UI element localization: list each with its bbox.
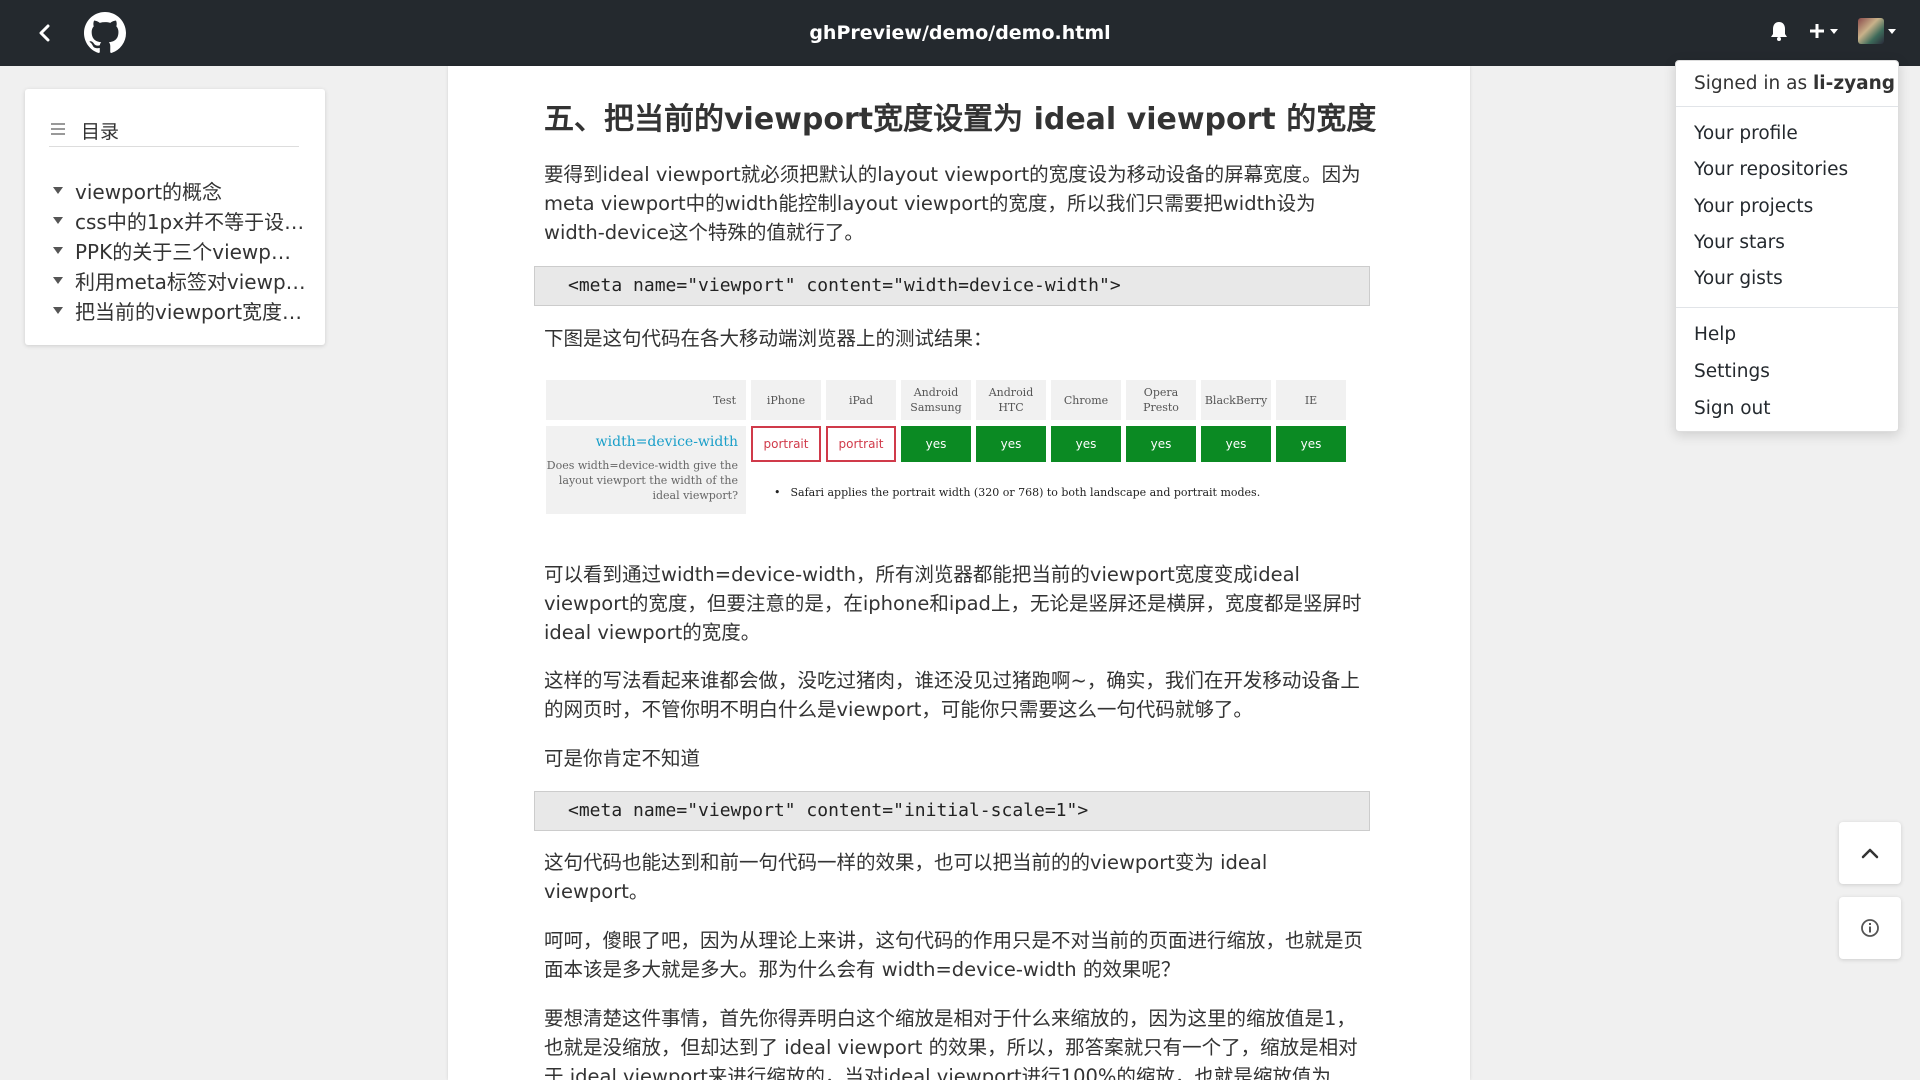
menu-item-your-projects[interactable]: Your projects xyxy=(1694,196,1813,217)
menu-item-settings[interactable]: Settings xyxy=(1694,361,1770,382)
caret-down-icon xyxy=(1830,28,1838,34)
paragraph: 呵呵，傻眼了吧，因为从理论上来讲，这句代码的作用只是不对当前的页面进行缩放，也就… xyxy=(544,929,1364,981)
result-cell: yes xyxy=(1051,426,1121,462)
menu-item-your-gists[interactable]: Your gists xyxy=(1694,268,1783,289)
table-header-cell: Opera Presto xyxy=(1126,380,1196,420)
user-dropdown-menu: Signed in as li-zyang Your profile Your … xyxy=(1675,60,1899,432)
avatar xyxy=(1858,18,1884,44)
notifications-button[interactable] xyxy=(1770,21,1788,41)
triangle-down-icon xyxy=(53,246,63,254)
paragraph: 这句代码也能达到和前一句代码一样的效果，也可以把当前的的viewport变为 i… xyxy=(544,851,1268,903)
table-note: Safari applies the portrait width (320 o… xyxy=(774,486,1261,499)
username: li-zyang xyxy=(1812,73,1896,94)
code-block: <meta name="viewport" content="initial-s… xyxy=(534,791,1370,831)
toc-item[interactable]: viewport的概念 xyxy=(53,175,306,205)
section-heading: 五、把当前的viewport宽度设置为 ideal viewport 的宽度 xyxy=(544,102,1377,137)
triangle-down-icon xyxy=(53,186,63,194)
browser-test-table: Test iPhone iPad Android Samsung Android… xyxy=(544,380,1370,590)
caret-down-icon xyxy=(1888,28,1896,34)
paragraph: 可是你肯定不知道 xyxy=(544,747,701,770)
chevron-up-icon xyxy=(1861,848,1879,859)
table-header-cell: Chrome xyxy=(1051,380,1121,420)
article-page: 五、把当前的viewport宽度设置为 ideal viewport 的宽度 要… xyxy=(448,66,1470,1080)
page-path-title: ghPreview/demo/demo.html xyxy=(809,22,1111,44)
table-header-cell: IE xyxy=(1276,380,1346,420)
paragraph: 要得到ideal viewport就必须把默认的layout viewport的… xyxy=(544,163,1361,244)
triangle-down-icon xyxy=(53,276,63,284)
paragraph: 这样的写法看起来谁都会做，没吃过猪肉，谁还没见过猪跑啊~，确实，我们在开发移动设… xyxy=(544,669,1360,721)
menu-item-help[interactable]: Help xyxy=(1694,324,1736,345)
triangle-down-icon xyxy=(53,216,63,224)
table-header-cell: Android Samsung xyxy=(901,380,971,420)
toc-header: 目录 xyxy=(49,117,299,147)
create-new-button[interactable] xyxy=(1808,22,1838,40)
info-button[interactable] xyxy=(1839,897,1901,959)
triangle-down-icon xyxy=(53,306,63,314)
bell-icon xyxy=(1771,22,1787,41)
toc-item[interactable]: 利用meta标签对viewp… xyxy=(53,265,306,295)
result-cell: yes xyxy=(1276,426,1346,462)
menu-divider xyxy=(1676,106,1898,107)
table-of-contents: 目录 viewport的概念 css中的1px并不等于设… PPK的关于三个vi… xyxy=(25,89,325,345)
menu-item-your-profile[interactable]: Your profile xyxy=(1694,123,1798,144)
user-menu-button[interactable] xyxy=(1858,18,1896,44)
result-cell: portrait xyxy=(751,426,821,462)
code-block: <meta name="viewport" content="width=dev… xyxy=(534,266,1370,306)
result-cell: yes xyxy=(1201,426,1271,462)
menu-item-your-stars[interactable]: Your stars xyxy=(1694,232,1785,253)
paragraph: 要想清楚这件事情，首先你得弄明白这个缩放是相对于什么来缩放的，因为这里的缩放值是… xyxy=(544,1007,1358,1080)
result-cell: yes xyxy=(1126,426,1196,462)
signed-in-as: Signed in as li-zyang xyxy=(1694,73,1896,94)
table-header-cell: iPad xyxy=(826,380,896,420)
toc-title: 目录 xyxy=(81,121,120,143)
table-header-cell: BlackBerry xyxy=(1201,380,1271,420)
table-header-cell: Test xyxy=(546,380,746,420)
result-cell: portrait xyxy=(826,426,896,462)
menu-divider xyxy=(1676,307,1898,308)
toc-item[interactable]: PPK的关于三个viewp… xyxy=(53,235,306,265)
table-header-cell: Android HTC xyxy=(976,380,1046,420)
info-icon xyxy=(1861,919,1879,937)
table-header-cell: iPhone xyxy=(751,380,821,420)
plus-icon xyxy=(1810,24,1824,38)
result-cell: yes xyxy=(901,426,971,462)
toc-item[interactable]: 把当前的viewport宽度… xyxy=(53,295,306,325)
test-row-label: width=device-width xyxy=(546,426,746,458)
toc-list: viewport的概念 css中的1px并不等于设… PPK的关于三个viewp… xyxy=(53,175,306,325)
menu-item-sign-out[interactable]: Sign out xyxy=(1694,398,1771,419)
paragraph: 下图是这句代码在各大移动端浏览器上的测试结果： xyxy=(544,327,993,350)
result-cell: yes xyxy=(976,426,1046,462)
toc-item[interactable]: css中的1px并不等于设… xyxy=(53,205,306,235)
test-row-description: Does width=device-width give the layout … xyxy=(546,458,746,514)
top-bar: ghPreview/demo/demo.html xyxy=(0,0,1920,66)
scroll-to-top-button[interactable] xyxy=(1839,822,1901,884)
paragraph: 可以看到通过width=device-width，所有浏览器都能把当前的view… xyxy=(544,563,1362,644)
menu-item-your-repositories[interactable]: Your repositories xyxy=(1694,159,1848,180)
list-icon xyxy=(51,123,65,138)
